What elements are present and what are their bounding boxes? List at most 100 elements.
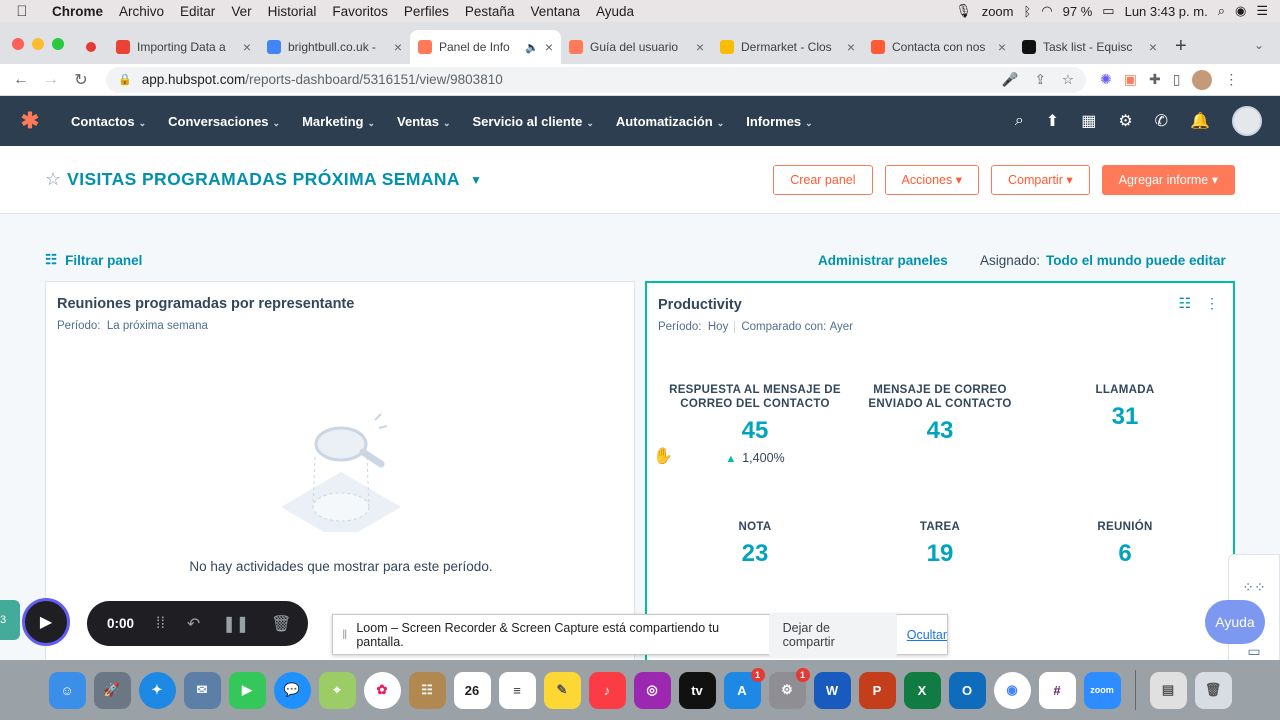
close-tab-icon[interactable]: × <box>847 39 855 55</box>
chrome-icon[interactable]: ◉ <box>993 671 1031 709</box>
tab-panel-info[interactable]: Panel de Info 🔈 × <box>410 30 561 64</box>
hubspot-logo-icon[interactable]: ✱ <box>0 108 60 134</box>
battery-percent[interactable]: 97 % <box>1063 4 1093 19</box>
tab-task-list[interactable]: Task list - Equisc × <box>1014 30 1165 64</box>
tab-search-chevron-icon[interactable]: ⌄ <box>1238 38 1280 64</box>
address-bar[interactable]: 🔒 app.hubspot.com/reports-dashboard/5316… <box>106 66 1086 93</box>
marketplace-icon[interactable]: ▦ <box>1081 111 1096 131</box>
voice-search-icon[interactable]: 🎤 <box>1002 72 1019 88</box>
share-button[interactable]: Compartir ▾ <box>991 164 1090 195</box>
dashboard-title[interactable]: VISITAS PROGRAMADAS PRÓXIMA SEMANA <box>67 169 460 190</box>
manage-dashboards-link[interactable]: Administrar paneles <box>818 253 948 268</box>
notifications-bell-icon[interactable]: 🔔 <box>1190 111 1210 131</box>
pause-icon[interactable]: ❚❚ <box>222 614 249 634</box>
extension-icon[interactable]: ✺ <box>1100 71 1112 88</box>
metric-value[interactable]: 23 <box>660 540 850 568</box>
filter-dashboard-link[interactable]: ☷ Filtrar panel <box>45 252 142 268</box>
drag-handle-icon[interactable]: ⁞⁞ <box>156 615 165 633</box>
metric-value[interactable]: 6 <box>1030 540 1220 568</box>
preview-icon[interactable]: ✉ <box>183 671 221 709</box>
notes-icon[interactable]: ✎ <box>543 671 581 709</box>
lock-icon[interactable]: 🔒 <box>118 73 132 86</box>
menu-editar[interactable]: Editar <box>172 4 223 19</box>
apple-icon[interactable]:  <box>0 3 44 20</box>
menu-pestana[interactable]: Pestaña <box>457 4 523 19</box>
nav-informes[interactable]: Informes ⌄ <box>735 114 823 129</box>
forward-icon[interactable]: → <box>36 71 66 89</box>
filter-sliders-icon[interactable]: ☷ <box>1178 295 1191 312</box>
menu-perfiles[interactable]: Perfiles <box>396 4 457 19</box>
account-avatar[interactable] <box>1232 106 1262 136</box>
tab-contacta[interactable]: Contacta con nos × <box>863 30 1014 64</box>
tab-pinned[interactable] <box>78 30 108 64</box>
speaker-icon[interactable]: 🔈 <box>525 41 539 54</box>
nav-contactos[interactable]: Contactos ⌄ <box>60 114 157 129</box>
assigned-value-link[interactable]: Todo el mundo puede editar <box>1046 253 1226 268</box>
upgrade-icon[interactable]: ⬆ <box>1046 111 1059 131</box>
photos-icon[interactable]: ✿ <box>363 671 401 709</box>
help-button[interactable]: Ayuda <box>1205 600 1265 644</box>
tab-guia-usuario[interactable]: Guía del usuario × <box>561 30 712 64</box>
close-tab-icon[interactable]: × <box>545 39 553 55</box>
favorite-star-icon[interactable]: ☆ <box>45 169 61 190</box>
zoom-app-icon[interactable]: zoom <box>1083 671 1121 709</box>
menu-favoritos[interactable]: Favoritos <box>324 4 396 19</box>
calendar-icon[interactable]: 26 <box>453 671 491 709</box>
menubar-clock[interactable]: Lun 3:43 p. m. <box>1125 4 1208 19</box>
tab-gmail[interactable]: Importing Data a × <box>108 30 259 64</box>
downloads-icon[interactable]: ▤ <box>1149 671 1187 709</box>
bluetooth-icon[interactable]: ᛒ <box>1024 4 1032 19</box>
close-tab-icon[interactable]: × <box>243 39 251 55</box>
grip-icon[interactable]: ‖ <box>333 628 356 642</box>
reload-icon[interactable]: ↻ <box>66 70 96 90</box>
safari-icon[interactable]: ✦ <box>138 671 176 709</box>
close-window-icon[interactable] <box>12 38 24 50</box>
new-tab-icon[interactable]: + <box>1165 35 1201 64</box>
close-tab-icon[interactable]: × <box>998 39 1006 55</box>
hide-link[interactable]: Ocultar <box>907 628 947 642</box>
messages-icon[interactable]: 💬 <box>273 671 311 709</box>
more-icon[interactable]: ⋮ <box>1224 71 1238 88</box>
profile-avatar-icon[interactable] <box>1192 69 1213 90</box>
metric-value[interactable]: 31 <box>1030 403 1220 431</box>
excel-icon[interactable]: X <box>903 671 941 709</box>
share-icon[interactable]: ⇪ <box>1035 72 1046 88</box>
stop-sharing-button[interactable]: Dejar de compartir <box>768 612 897 657</box>
appstore-icon[interactable]: A1 <box>723 667 765 709</box>
nav-automatizacion[interactable]: Automatización ⌄ <box>605 114 735 129</box>
reminders-icon[interactable]: ≡ <box>498 671 536 709</box>
nav-marketing[interactable]: Marketing ⌄ <box>291 114 386 129</box>
puzzle-icon[interactable]: ✚ <box>1149 71 1161 88</box>
trash-bin-icon[interactable]: 🗑 <box>1194 671 1232 709</box>
close-tab-icon[interactable]: × <box>394 39 402 55</box>
maximize-window-icon[interactable] <box>52 38 64 50</box>
nav-ventas[interactable]: Ventas ⌄ <box>386 114 461 129</box>
calling-icon[interactable]: ✆ <box>1155 111 1168 131</box>
maps-icon[interactable]: ⌖ <box>318 671 356 709</box>
powerpoint-icon[interactable]: P <box>858 671 896 709</box>
spotlight-icon[interactable]: ⌕ <box>1218 3 1225 19</box>
minimize-window-icon[interactable] <box>32 38 44 50</box>
finder-icon[interactable]: ☺ <box>48 671 86 709</box>
control-center-icon[interactable]: ☰ <box>1256 3 1268 19</box>
sidepanel-icon[interactable]: ▯ <box>1173 71 1181 88</box>
bookmark-star-icon[interactable]: ☆ <box>1062 72 1074 88</box>
slack-icon[interactable]: # <box>1038 671 1076 709</box>
metric-value[interactable]: 45 <box>660 417 850 445</box>
menu-archivo[interactable]: Archivo <box>111 4 172 19</box>
actions-button[interactable]: Acciones ▾ <box>884 164 979 195</box>
contacts-icon[interactable]: ☷ <box>408 671 446 709</box>
caret-down-icon[interactable]: ▼ <box>470 173 482 187</box>
siri-icon[interactable]: ◉ <box>1235 3 1246 19</box>
hubspot-extension-icon[interactable]: ▣ <box>1124 71 1137 88</box>
camera-icon[interactable]: ▶ <box>22 598 70 646</box>
report-title[interactable]: Reuniones programadas por representante <box>57 296 354 312</box>
add-report-button[interactable]: Agregar informe ▾ <box>1101 164 1235 195</box>
settings-gear-icon[interactable]: ⚙ <box>1118 111 1132 131</box>
menu-ver[interactable]: Ver <box>223 4 259 19</box>
tab-brightbull[interactable]: brightbull.co.uk - × <box>259 30 410 64</box>
report-title[interactable]: Productivity <box>658 297 742 313</box>
menu-app-name[interactable]: Chrome <box>44 4 111 19</box>
zoom-status[interactable]: zoom <box>982 4 1014 19</box>
trash-icon[interactable]: 🗑 <box>271 614 291 634</box>
